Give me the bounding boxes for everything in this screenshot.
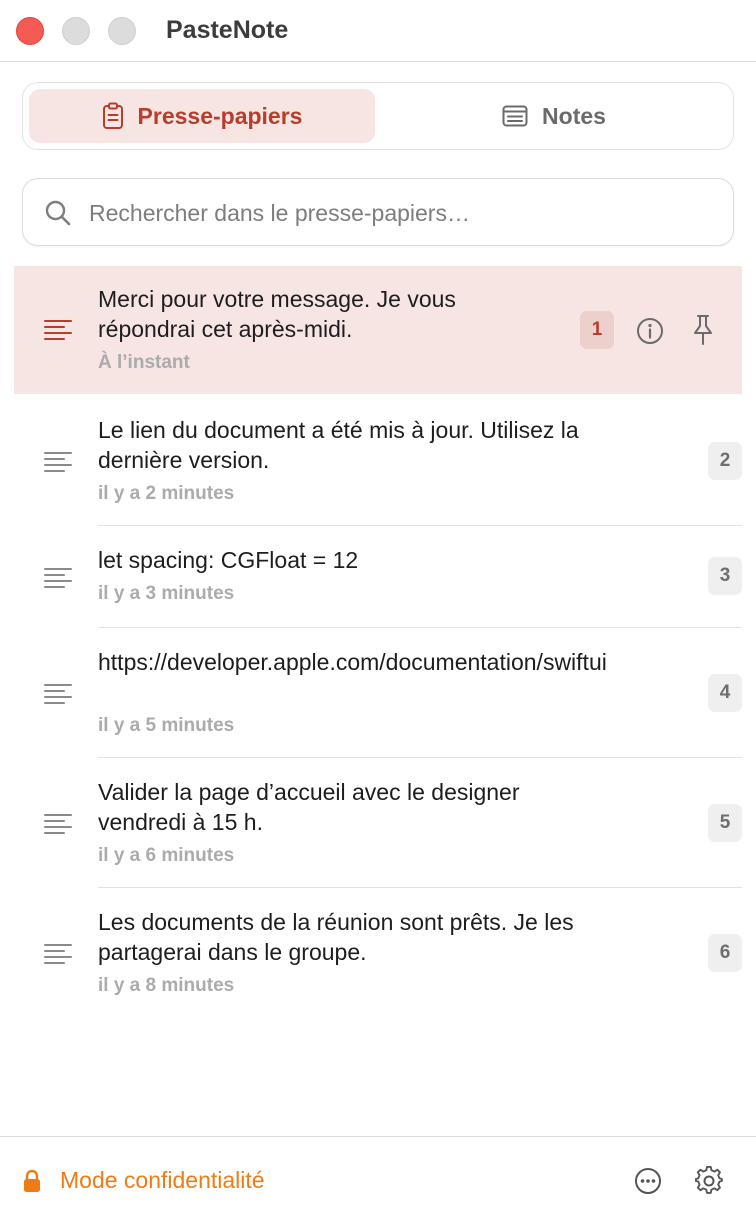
tab-clipboard[interactable]: Presse-papiers: [29, 89, 375, 143]
list-item[interactable]: Les documents de la réunion sont prêts. …: [14, 888, 742, 1018]
privacy-mode-label: Mode confidentialité: [60, 1167, 265, 1193]
tab-clipboard-label: Presse-papiers: [137, 102, 303, 129]
text-lines-icon: [44, 452, 72, 472]
clip-text: https://developer.apple.com/documentatio…: [98, 649, 607, 675]
clip-time: il y a 2 minutes: [98, 483, 235, 504]
clip-index-badge: 6: [708, 934, 742, 972]
clip-text: Merci pour votre message. Je vous répond…: [98, 286, 456, 342]
text-lines-icon: [44, 684, 72, 704]
search-icon: [45, 200, 71, 226]
clip-text: let spacing: CGFloat = 12: [98, 547, 359, 573]
info-icon[interactable]: [636, 317, 664, 345]
search-input[interactable]: [89, 191, 709, 235]
clip-time: il y a 6 minutes: [98, 845, 235, 866]
clip-index-badge: 3: [708, 557, 742, 595]
pin-icon[interactable]: [690, 314, 716, 346]
list-item[interactable]: https://developer.apple.com/documentatio…: [14, 628, 742, 758]
clip-text: Les documents de la réunion sont prêts. …: [98, 909, 574, 965]
clip-time: il y a 8 minutes: [98, 975, 235, 996]
list-item[interactable]: Valider la page d’accueil avec le design…: [14, 758, 742, 888]
gear-icon[interactable]: [694, 1166, 724, 1196]
text-lines-icon: [44, 814, 72, 834]
tab-notes-label: Notes: [542, 102, 606, 129]
search-box: [22, 178, 734, 246]
text-lines-icon: [44, 320, 72, 340]
list-item[interactable]: let spacing: CGFloat = 12 il y a 3 minut…: [14, 526, 742, 628]
note-icon: [502, 105, 528, 127]
list-item[interactable]: Merci pour votre message. Je vous répond…: [14, 266, 742, 394]
clip-text: Le lien du document a été mis à jour. Ut…: [98, 417, 579, 473]
text-lines-icon: [44, 944, 72, 964]
clip-index-badge: 1: [580, 311, 614, 349]
minimize-window-button[interactable]: [62, 17, 90, 45]
view-switcher: Presse-papiers Notes: [22, 82, 734, 150]
more-options-icon[interactable]: [634, 1167, 662, 1195]
clip-time: il y a 3 minutes: [98, 583, 235, 604]
text-lines-icon: [44, 568, 72, 588]
clip-text: Valider la page d’accueil avec le design…: [98, 779, 520, 835]
clip-index-badge: 2: [708, 442, 742, 480]
footer-bar: Mode confidentialité: [0, 1136, 756, 1220]
clip-index-badge: 5: [708, 804, 742, 842]
list-item[interactable]: Le lien du document a été mis à jour. Ut…: [14, 396, 742, 526]
clip-time: il y a 5 minutes: [98, 715, 235, 736]
clipboard-icon: [102, 102, 123, 129]
tab-notes[interactable]: Notes: [381, 89, 727, 143]
title-bar: PasteNote: [0, 0, 756, 62]
lock-icon: [24, 1169, 40, 1192]
close-window-button[interactable]: [16, 17, 44, 45]
zoom-window-button[interactable]: [108, 17, 136, 45]
window-title: PasteNote: [166, 16, 289, 44]
privacy-mode-toggle[interactable]: Mode confidentialité: [22, 1167, 265, 1194]
clip-time: À l’instant: [98, 352, 190, 373]
clip-index-badge: 4: [708, 674, 742, 712]
